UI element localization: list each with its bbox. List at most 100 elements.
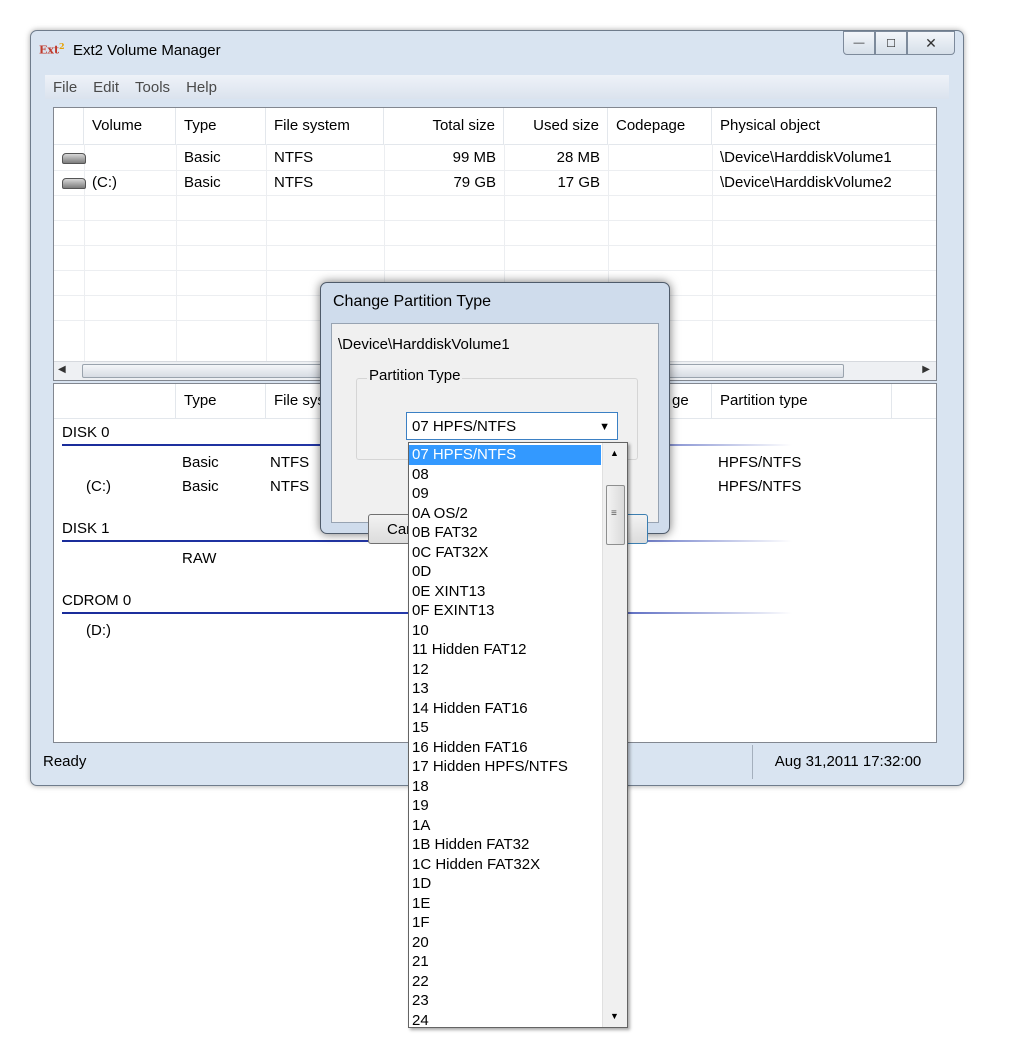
scroll-up-icon[interactable]: ▲ xyxy=(610,448,619,458)
partition-volume: (D:) xyxy=(86,622,111,639)
cdrom-0-label[interactable]: CDROM 0 xyxy=(62,592,131,609)
volume-physical: \Device\HarddiskVolume2 xyxy=(720,174,892,191)
maximize-button[interactable]: ☐ xyxy=(875,31,907,55)
disk-icon xyxy=(62,178,86,189)
dropdown-option[interactable]: 24 xyxy=(409,1011,601,1028)
device-path: \Device\HarddiskVolume1 xyxy=(338,336,510,353)
dropdown-option[interactable]: 1A xyxy=(409,816,601,836)
dropdown-option[interactable]: 0B FAT32 xyxy=(409,523,601,543)
menu-bar: File Edit Tools Help xyxy=(45,75,949,99)
menu-edit[interactable]: Edit xyxy=(85,79,127,96)
header-type[interactable]: Type xyxy=(176,384,266,418)
dropdown-option[interactable]: 0F EXINT13 xyxy=(409,601,601,621)
partition-volume xyxy=(84,450,176,475)
empty-row xyxy=(54,245,936,271)
menu-file[interactable]: File xyxy=(45,79,85,96)
menu-help[interactable]: Help xyxy=(178,79,225,96)
disk-icon xyxy=(62,153,86,164)
scroll-right-icon[interactable]: ▶ xyxy=(922,364,930,375)
header-file-system[interactable]: File system xyxy=(266,108,384,144)
chevron-down-icon[interactable]: ▼ xyxy=(599,413,610,441)
partition-type-select[interactable]: 07 HPFS/NTFS ▼ xyxy=(406,412,618,440)
caption-buttons: — ☐ ✕ xyxy=(843,31,955,55)
dropdown-option[interactable]: 17 Hidden HPFS/NTFS xyxy=(409,757,601,777)
partition-type-label: RAW xyxy=(182,550,217,567)
dropdown-option[interactable]: 21 xyxy=(409,952,601,972)
volume-used: 28 MB xyxy=(556,149,600,166)
dropdown-option[interactable]: 14 Hidden FAT16 xyxy=(409,699,601,719)
volume-row[interactable]: Basic NTFS 99 MB 28 MB \Device\HarddiskV… xyxy=(54,145,936,171)
dropdown-option[interactable]: 09 xyxy=(409,484,601,504)
scroll-left-icon[interactable]: ◀ xyxy=(58,364,66,375)
volume-list-header: Volume Type File system Total size Used … xyxy=(54,108,936,145)
status-timestamp: Aug 31,2011 17:32:00 xyxy=(752,745,943,779)
header-physical-object[interactable]: Physical object xyxy=(712,108,936,144)
dropdown-option[interactable]: 1E xyxy=(409,894,601,914)
dropdown-option[interactable]: 13 xyxy=(409,679,601,699)
dropdown-option[interactable]: 19 xyxy=(409,796,601,816)
dropdown-option[interactable]: 11 Hidden FAT12 xyxy=(409,640,601,660)
volume-row[interactable]: (C:) Basic NTFS 79 GB 17 GB \Device\Hard… xyxy=(54,170,936,196)
header-codepage[interactable]: ge xyxy=(664,384,712,418)
volume-fs: NTFS xyxy=(274,149,314,166)
partition-type-dropdown[interactable]: 07 HPFS/NTFS 08 09 0A OS/2 0B FAT32 0C FAT32X… xyxy=(408,442,628,1028)
header-type[interactable]: Type xyxy=(176,108,266,144)
volume-codepage xyxy=(608,170,712,195)
volume-type: Basic xyxy=(184,149,221,166)
title-bar[interactable]: Ext2 Ext2 Volume Manager — ☐ ✕ xyxy=(31,31,963,71)
menu-tools[interactable]: Tools xyxy=(127,79,178,96)
dropdown-option[interactable]: 22 xyxy=(409,972,601,992)
dropdown-option[interactable]: 0C FAT32X xyxy=(409,543,601,563)
partition-volume: (C:) xyxy=(86,478,111,495)
partition-ptype: HPFS/NTFS xyxy=(718,454,802,471)
dropdown-option[interactable]: 1C Hidden FAT32X xyxy=(409,855,601,875)
header-used-size[interactable]: Used size xyxy=(504,108,608,144)
dropdown-option[interactable]: 0E XINT13 xyxy=(409,582,601,602)
header-blank xyxy=(54,384,176,418)
dropdown-option[interactable]: 1B Hidden FAT32 xyxy=(409,835,601,855)
dropdown-option[interactable]: 20 xyxy=(409,933,601,953)
volume-codepage xyxy=(608,145,712,170)
header-total-size[interactable]: Total size xyxy=(384,108,504,144)
volume-physical: \Device\HarddiskVolume1 xyxy=(720,149,892,166)
dropdown-option[interactable]: 08 xyxy=(409,465,601,485)
dropdown-option[interactable]: 23 xyxy=(409,991,601,1011)
disk-0-label[interactable]: DISK 0 xyxy=(62,424,110,441)
dropdown-scrollbar[interactable]: ▲ ≡ ▼ xyxy=(602,443,627,1027)
partition-type-label: Basic xyxy=(182,454,219,471)
disk-1-label[interactable]: DISK 1 xyxy=(62,520,110,537)
volume-fs: NTFS xyxy=(274,174,314,191)
volume-total: 79 GB xyxy=(453,174,496,191)
selected-partition-type: 07 HPFS/NTFS xyxy=(412,418,517,435)
dropdown-option[interactable]: 18 xyxy=(409,777,601,797)
dropdown-option[interactable]: 10 xyxy=(409,621,601,641)
partition-ptype: HPFS/NTFS xyxy=(718,478,802,495)
header-partition-type[interactable]: Partition type xyxy=(712,384,892,418)
volume-name: (C:) xyxy=(92,174,117,191)
dropdown-option[interactable]: 1D xyxy=(409,874,601,894)
dropdown-option[interactable]: 07 HPFS/NTFS xyxy=(409,445,601,465)
scroll-thumb[interactable]: ≡ xyxy=(606,485,625,545)
header-volume[interactable]: Volume xyxy=(84,108,176,144)
scroll-down-icon[interactable]: ▼ xyxy=(610,1011,619,1021)
dropdown-option[interactable]: 12 xyxy=(409,660,601,680)
header-icon-col xyxy=(54,108,84,144)
dropdown-option[interactable]: 15 xyxy=(409,718,601,738)
minimize-button[interactable]: — xyxy=(843,31,875,55)
dropdown-option[interactable]: 16 Hidden FAT16 xyxy=(409,738,601,758)
empty-row xyxy=(54,195,936,221)
dropdown-option[interactable]: 0D xyxy=(409,562,601,582)
volume-total: 99 MB xyxy=(452,149,496,166)
app-icon: Ext2 xyxy=(39,41,65,57)
dropdown-option[interactable]: 1F xyxy=(409,913,601,933)
empty-row xyxy=(54,220,936,246)
grip-icon: ≡ xyxy=(611,508,617,519)
volume-name xyxy=(84,145,176,170)
header-codepage[interactable]: Codepage xyxy=(608,108,712,144)
dropdown-option[interactable]: 0A OS/2 xyxy=(409,504,601,524)
volume-type: Basic xyxy=(184,174,221,191)
partition-type-label: Basic xyxy=(182,478,219,495)
window-title: Ext2 Volume Manager xyxy=(73,42,221,59)
status-text: Ready xyxy=(43,753,87,770)
close-button[interactable]: ✕ xyxy=(907,31,955,55)
